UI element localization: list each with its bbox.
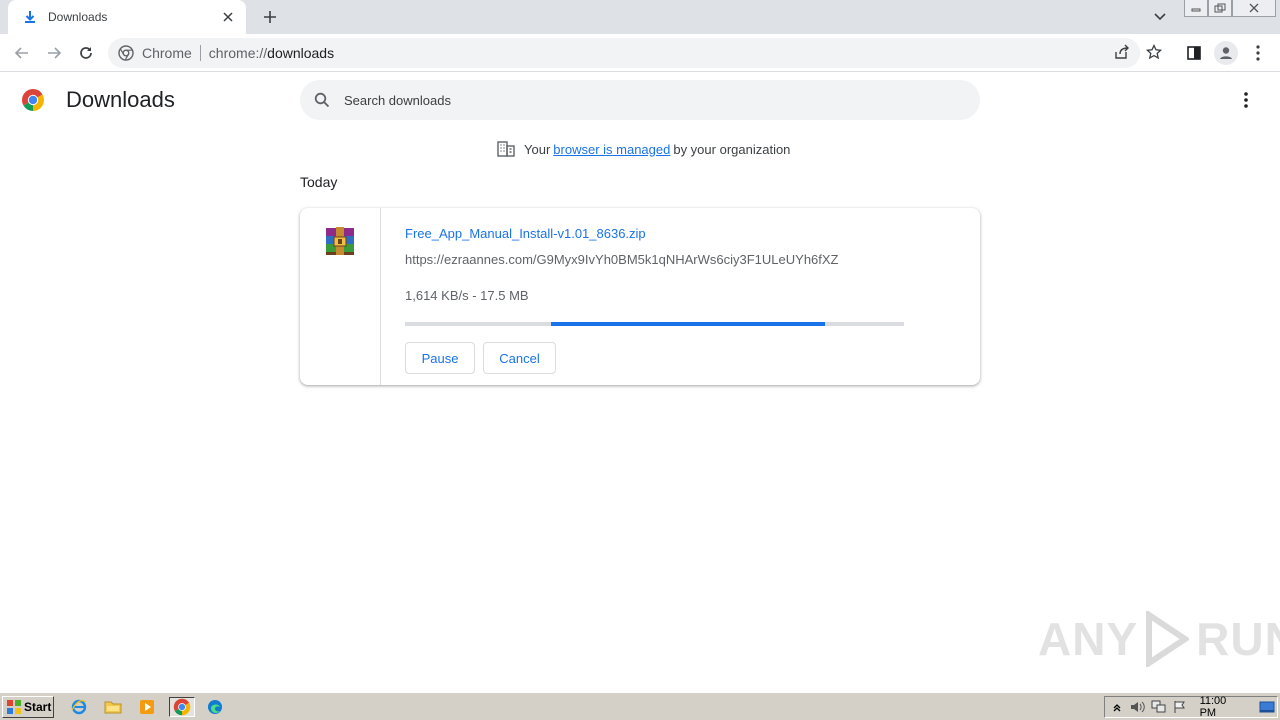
- menu-kebab-icon[interactable]: [1246, 41, 1270, 65]
- watermark-right-text: RUN: [1196, 613, 1280, 665]
- search-input[interactable]: [344, 92, 904, 108]
- building-icon: [497, 140, 515, 158]
- system-tray: 11:00 PM: [1104, 695, 1278, 719]
- download-progress-bar: [405, 322, 904, 326]
- download-icon: [22, 9, 38, 25]
- page-title: Downloads: [66, 87, 175, 112]
- minimize-button[interactable]: [1184, 0, 1208, 17]
- close-icon[interactable]: [220, 9, 236, 25]
- omnibox-divider: [199, 45, 201, 61]
- start-button[interactable]: Start: [2, 696, 54, 718]
- url-text: chrome://downloads: [209, 45, 334, 61]
- url-scheme: chrome://: [208, 45, 268, 61]
- chevron-down-icon[interactable]: [1150, 8, 1170, 26]
- windows-flag-icon: [6, 699, 22, 715]
- clock: 11:00 PM: [1199, 695, 1227, 719]
- site-chip: Chrome: [142, 45, 192, 61]
- tab-title: Downloads: [48, 10, 108, 24]
- file-icon-column: [300, 208, 381, 385]
- managed-notice: Your browser is managed by your organiza…: [497, 140, 790, 158]
- chrome-logo-icon: [21, 88, 45, 112]
- file-source-url[interactable]: https://ezraannes.com/G9Myx9IvYh0BM5k1qN…: [405, 252, 839, 267]
- side-panel-icon[interactable]: [1182, 41, 1206, 65]
- network-icon[interactable]: [1149, 698, 1168, 716]
- download-status: 1,614 KB/s - 17.5 MB: [405, 288, 529, 303]
- cancel-button[interactable]: Cancel: [483, 342, 556, 374]
- action-center-flag-icon[interactable]: [1170, 698, 1189, 716]
- browser-managed-link[interactable]: browser is managed: [553, 142, 670, 157]
- edge-icon[interactable]: [204, 697, 226, 717]
- managed-suffix: by your organization: [673, 141, 791, 157]
- address-bar[interactable]: Chrome chrome://downloads: [108, 38, 1140, 68]
- tab-strip: Downloads: [0, 0, 1280, 34]
- url-host: downloads: [267, 45, 335, 61]
- folder-icon[interactable]: [102, 697, 124, 717]
- date-heading: Today: [300, 174, 338, 190]
- tab-downloads[interactable]: Downloads: [8, 0, 246, 34]
- page-menu-icon[interactable]: [1236, 90, 1256, 110]
- search-icon: [314, 92, 330, 108]
- file-name-link[interactable]: Free_App_Manual_Install-v1.01_8636.zip: [405, 226, 646, 241]
- show-desktop-icon[interactable]: [1258, 698, 1277, 716]
- share-icon[interactable]: [1112, 42, 1132, 62]
- watermark-left-text: ANY: [1038, 613, 1139, 665]
- managed-prefix: Your: [524, 141, 551, 157]
- restore-button[interactable]: [1208, 0, 1232, 17]
- chrome-taskbar-icon[interactable]: [169, 697, 195, 717]
- tray-chevron-up-icon[interactable]: [1107, 698, 1126, 716]
- download-progress-fill: [551, 322, 825, 326]
- toolbar: Chrome chrome://downloads: [0, 34, 1280, 72]
- back-arrow-icon[interactable]: [10, 41, 34, 65]
- download-item: Free_App_Manual_Install-v1.01_8636.zip h…: [300, 208, 980, 385]
- search-bar[interactable]: [300, 80, 980, 120]
- chrome-icon: [118, 45, 134, 61]
- media-player-icon[interactable]: [136, 697, 158, 717]
- new-tab-button[interactable]: [258, 6, 282, 28]
- volume-icon[interactable]: [1128, 698, 1147, 716]
- star-icon[interactable]: [1144, 42, 1164, 62]
- forward-arrow-icon[interactable]: [42, 41, 66, 65]
- window-controls: [1184, 0, 1276, 18]
- profile-avatar-icon[interactable]: [1214, 41, 1238, 65]
- archive-file-icon: [324, 225, 356, 257]
- reload-icon[interactable]: [74, 41, 98, 65]
- start-label: Start: [24, 700, 52, 714]
- anyrun-watermark: ANY RUN: [1038, 608, 1280, 670]
- ie-icon[interactable]: [68, 697, 90, 717]
- taskbar: Start 11:00 PM: [0, 692, 1280, 720]
- play-logo-icon: [1142, 608, 1192, 670]
- pause-button[interactable]: Pause: [405, 342, 475, 374]
- close-window-button[interactable]: [1232, 0, 1276, 17]
